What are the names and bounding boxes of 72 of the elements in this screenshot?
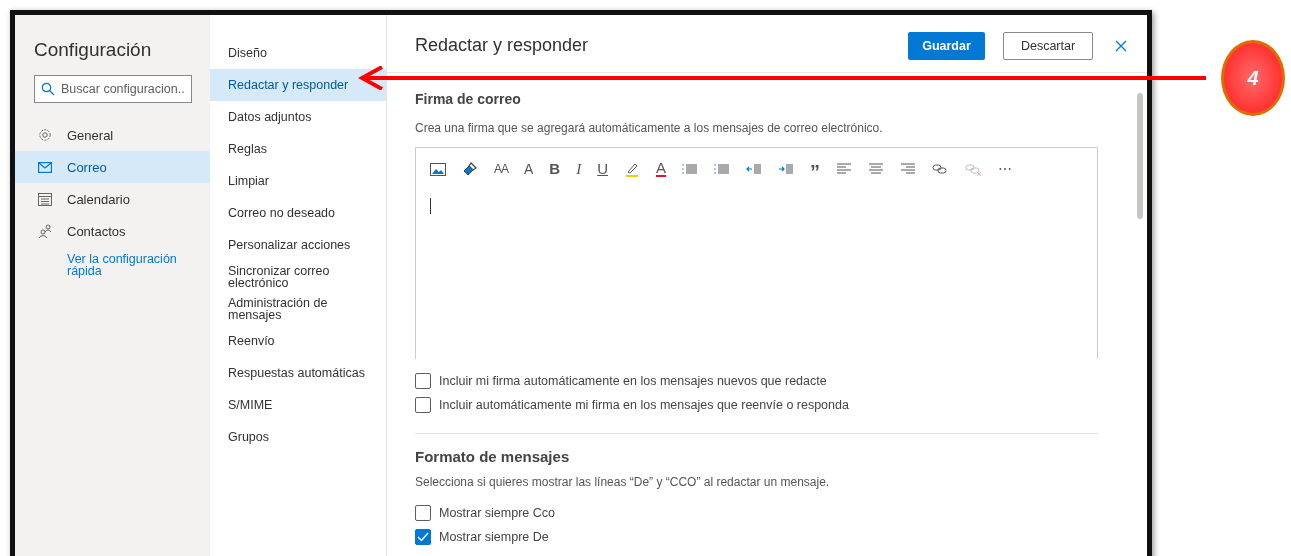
underline-button[interactable]: U xyxy=(597,161,609,177)
category-item[interactable]: Calendario xyxy=(15,183,210,215)
checkbox-label: Mostrar siempre De xyxy=(439,530,549,544)
highlighter-icon[interactable] xyxy=(624,161,641,177)
calendar-icon xyxy=(38,192,52,206)
indent-icon[interactable] xyxy=(778,163,795,175)
checkbox-option[interactable]: Mostrar siempre De xyxy=(415,525,1098,549)
subnav-item[interactable]: Respuestas automáticas xyxy=(210,357,386,389)
checkbox[interactable] xyxy=(415,505,431,521)
subnav-item[interactable]: Sincronizar correo electrónico xyxy=(210,261,386,293)
subnav-item[interactable]: Redactar y responder xyxy=(210,69,386,101)
category-label: Contactos xyxy=(67,223,126,239)
align-center-icon[interactable] xyxy=(868,163,885,175)
category-item[interactable]: Contactos xyxy=(15,215,210,247)
category-label: Calendario xyxy=(67,191,130,207)
subnav-item[interactable]: Grupos xyxy=(210,421,386,453)
numbered-list-icon[interactable] xyxy=(714,163,731,175)
section-description: Crea una firma que se agregará automáticamente a los mensajes de correo electrónico. xyxy=(415,121,884,135)
align-left-icon[interactable] xyxy=(836,163,853,175)
search-field[interactable]: Buscar configuracion... xyxy=(34,75,192,103)
section-description: Selecciona si quieres mostrar las líneas “De” y “CCO” al redactar un mensaje. xyxy=(415,475,831,489)
subnav-item[interactable]: Reenvío xyxy=(210,325,386,357)
quote-button[interactable]: ” xyxy=(810,159,821,179)
checkbox-label: Incluir mi firma automáticamente en los mensajes nuevos que redacte xyxy=(439,374,827,388)
category-item[interactable]: General xyxy=(15,119,210,151)
checkbox-option[interactable]: Incluir mi firma automáticamente en los mensajes nuevos que redacte xyxy=(415,369,1098,393)
more-button[interactable]: ⋯ xyxy=(998,161,1013,177)
grow-font-button[interactable]: A xyxy=(524,161,534,177)
checkbox-option[interactable]: Incluir automáticamente mi firma en los mensajes que reenvíe o responda xyxy=(415,393,1098,417)
search-icon xyxy=(41,82,55,96)
bullet-list-icon[interactable] xyxy=(682,163,699,175)
panel-title: Redactar y responder xyxy=(415,35,590,56)
mail-icon xyxy=(38,161,52,173)
subnav-item[interactable]: Correo no deseado xyxy=(210,197,386,229)
subnav-item[interactable]: Personalizar acciones xyxy=(210,229,386,261)
checkbox-label: Mostrar siempre Cco xyxy=(439,506,555,520)
font-color-button[interactable]: A xyxy=(656,161,667,177)
checkbox[interactable] xyxy=(415,373,431,389)
font-size-button[interactable]: AA xyxy=(494,161,508,177)
people-icon xyxy=(38,224,52,238)
section-heading: Firma de correo xyxy=(415,91,522,107)
quick-settings-link[interactable]: Ver la configuración rápida xyxy=(67,253,197,277)
text-cursor xyxy=(430,198,431,214)
subnav-item[interactable]: Administración de mensajes xyxy=(210,293,386,325)
scrollbar-thumb[interactable] xyxy=(1137,93,1143,219)
subnav-item[interactable]: S/MIME xyxy=(210,389,386,421)
image-icon[interactable] xyxy=(430,162,446,176)
checkbox-option[interactable]: Mostrar siempre Cco xyxy=(415,501,1098,525)
signature-editor[interactable]: AA A B I U A ” ⋯ xyxy=(415,147,1098,359)
checkbox[interactable] xyxy=(415,397,431,413)
link-icon[interactable] xyxy=(932,162,950,176)
category-item[interactable]: Correo xyxy=(15,151,210,183)
save-button[interactable]: Guardar xyxy=(908,31,985,60)
gear-icon xyxy=(38,128,52,142)
outdent-icon[interactable] xyxy=(746,163,763,175)
bold-button[interactable]: B xyxy=(549,161,561,177)
align-right-icon[interactable] xyxy=(900,163,917,175)
subnav-item[interactable]: Reglas xyxy=(210,133,386,165)
close-icon[interactable] xyxy=(1115,39,1127,52)
section-heading: Formato de mensajes xyxy=(415,448,571,465)
discard-button[interactable]: Descartar xyxy=(1003,31,1093,60)
subnav-item[interactable]: Limpiar xyxy=(210,165,386,197)
category-label: General xyxy=(67,127,114,143)
brush-icon[interactable] xyxy=(462,161,478,177)
italic-button[interactable]: I xyxy=(576,161,582,177)
step-badge: 4 xyxy=(1221,40,1285,116)
subnav-item[interactable]: Datos adjuntos xyxy=(210,101,386,133)
subnav-item[interactable]: Diseño xyxy=(210,37,386,69)
category-label: Correo xyxy=(67,159,107,175)
settings-title: Configuración xyxy=(34,39,153,61)
checkbox-label: Incluir automáticamente mi firma en los mensajes que reenvíe o responda xyxy=(439,398,849,412)
checkbox[interactable] xyxy=(415,529,431,545)
